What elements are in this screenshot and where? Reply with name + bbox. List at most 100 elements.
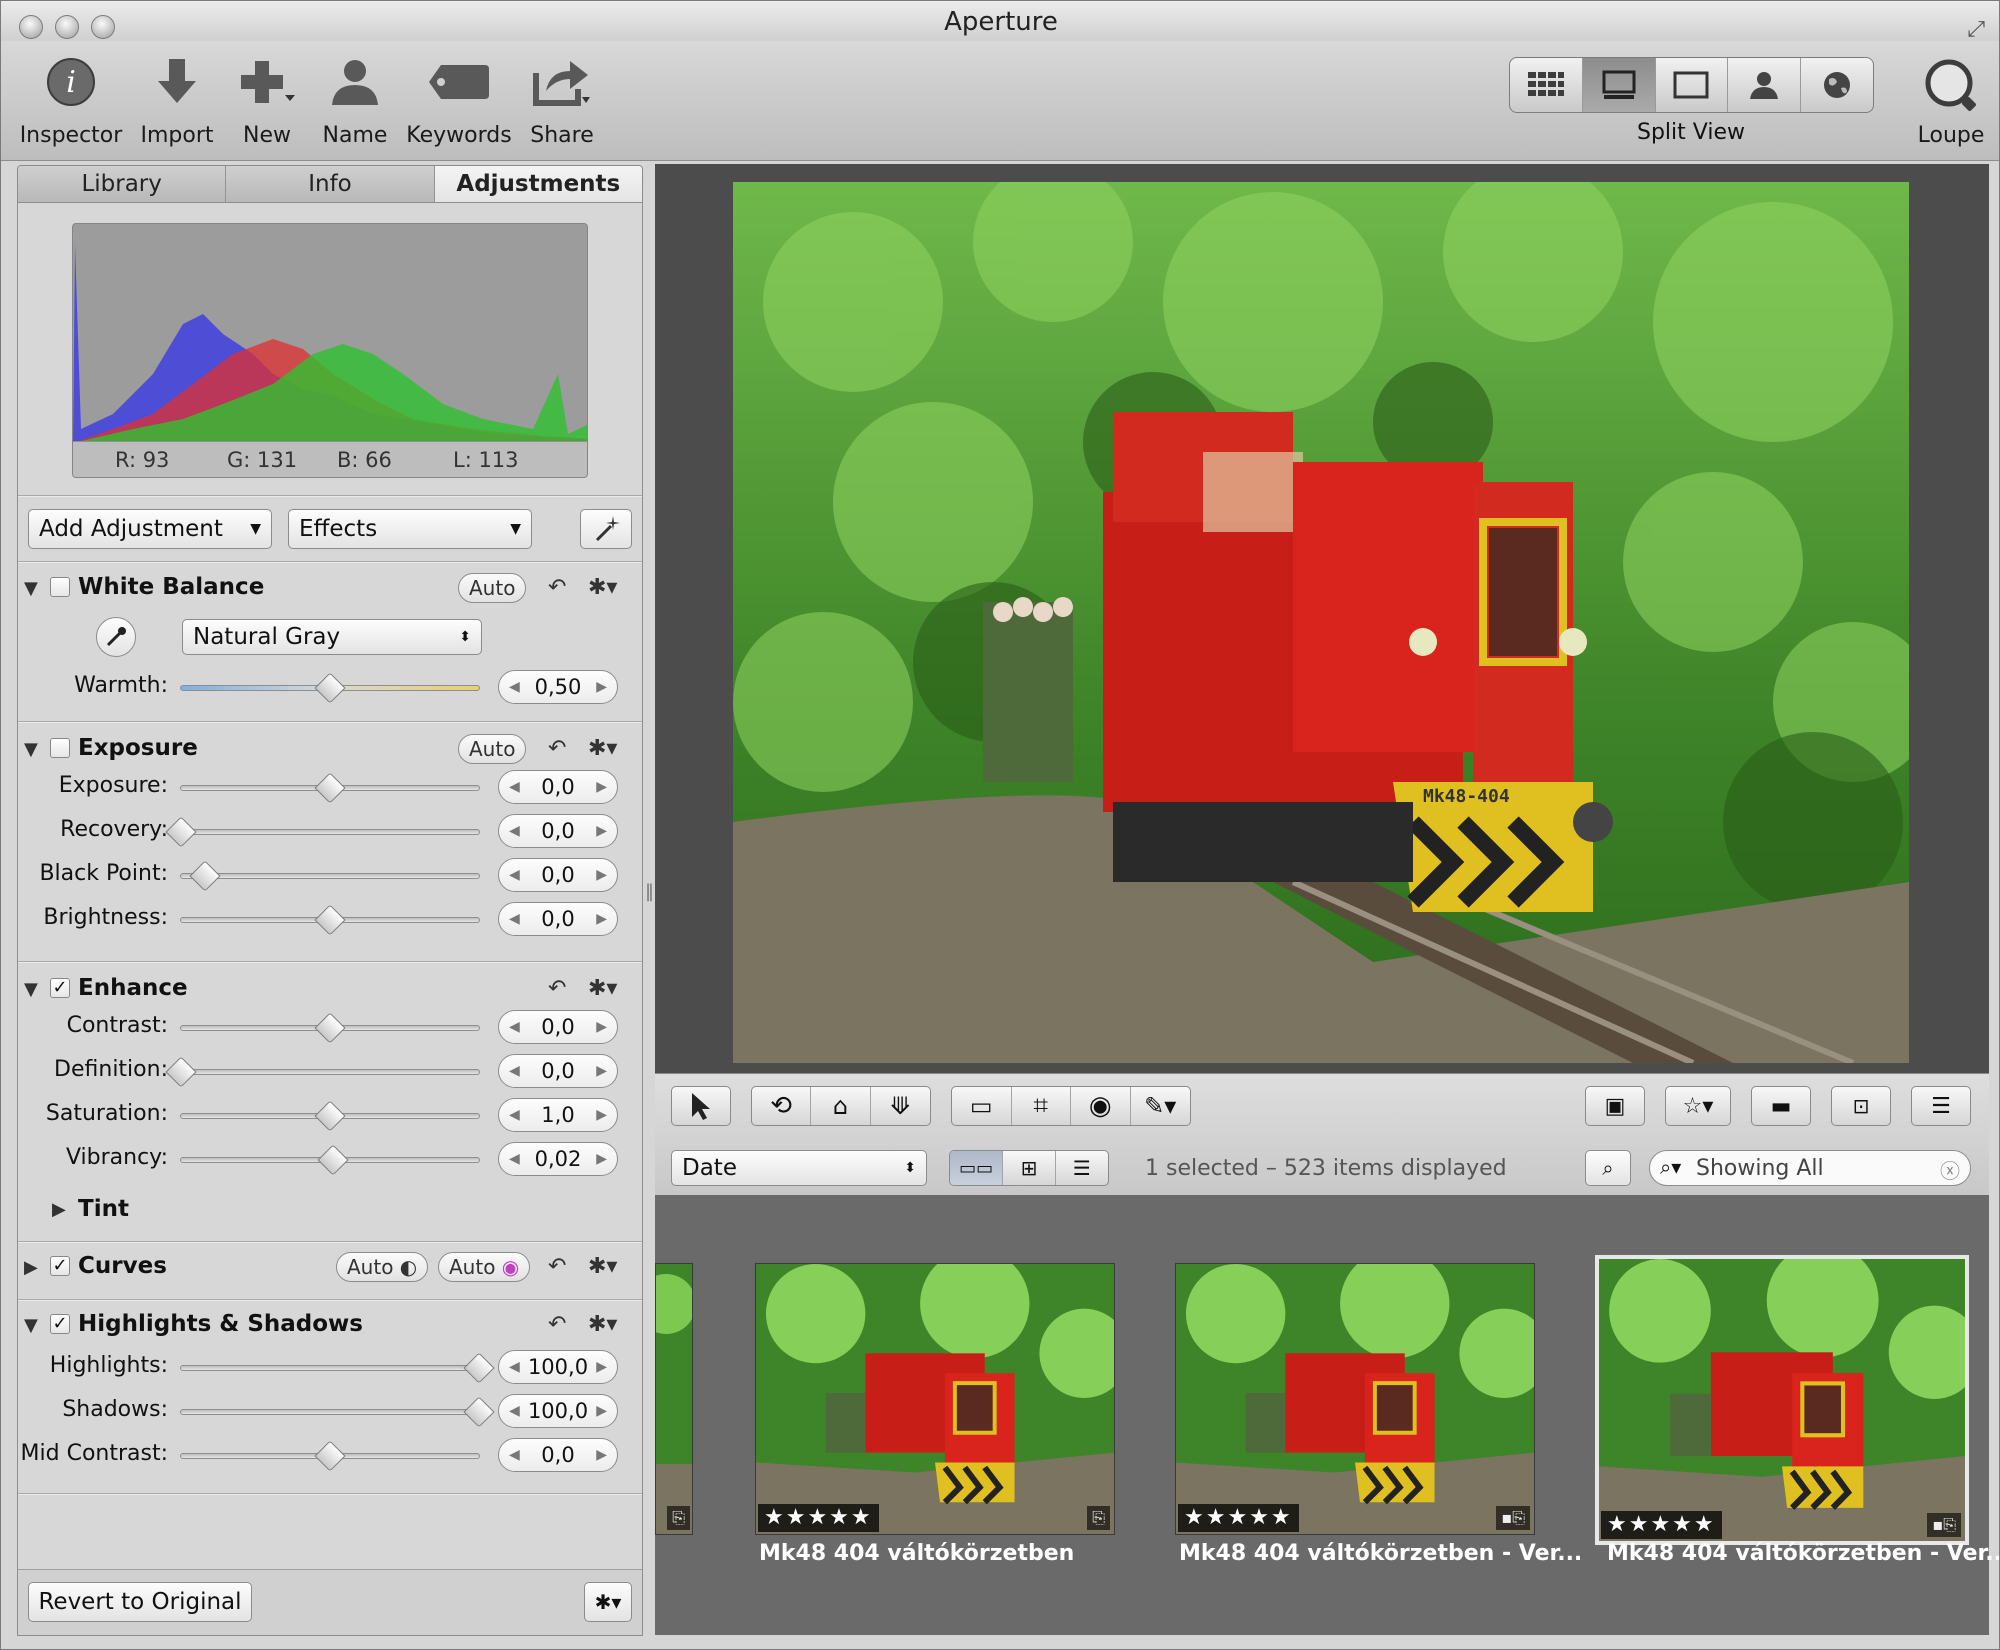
highlights_shadows-slider-track[interactable] (180, 1409, 480, 1415)
enhance-value-field[interactable]: ◀ 0,0 ▶ (498, 1010, 618, 1044)
share-button[interactable]: Share (525, 57, 599, 148)
warmth-field[interactable]: ◀ 0,50 ▶ (498, 670, 618, 704)
exposure-slider-thumb[interactable] (165, 816, 197, 848)
exposure-slider-track[interactable] (180, 829, 480, 835)
metadata-overlay-button[interactable]: ▬ (1752, 1087, 1810, 1125)
thumbnail-partial[interactable]: ⎘ (655, 1263, 693, 1535)
effects-popup[interactable]: Effects ▼ (288, 509, 532, 549)
highlights_shadows-value-field[interactable]: ◀ 100,0 ▶ (498, 1350, 618, 1384)
gear-icon[interactable]: ✱▾ (588, 736, 617, 761)
inspector-button[interactable]: i Inspector (15, 57, 127, 148)
white-balance-checkbox[interactable] (50, 577, 70, 597)
gear-icon[interactable]: ✱▾ (588, 1254, 617, 1279)
highlights_shadows-slider-thumb[interactable] (463, 1352, 495, 1384)
enhance-slider-track[interactable] (180, 1069, 480, 1075)
single-view-button[interactable]: ⊡ (1832, 1087, 1890, 1125)
gear-icon[interactable]: ✱▾ (588, 575, 617, 600)
curves-auto-rgb-button[interactable]: Auto ◉ (438, 1252, 531, 1282)
tint-title[interactable]: Tint (78, 1196, 129, 1222)
split-view-button[interactable] (1582, 58, 1656, 112)
highlights_shadows-slider-thumb[interactable] (314, 1440, 346, 1472)
list-layout-button[interactable]: ☰ (1056, 1151, 1108, 1185)
disclosure-expanded-icon[interactable]: ▼ (24, 979, 38, 1000)
filmstrip-layout-button[interactable]: ▭▭ (950, 1151, 1004, 1185)
grid-layout-button[interactable]: ⊞ (1003, 1151, 1056, 1185)
stack-promote-button[interactable]: ⌂ (811, 1087, 871, 1125)
highlights_shadows-value-field[interactable]: ◀ 0,0 ▶ (498, 1438, 618, 1472)
places-button[interactable] (1801, 58, 1873, 112)
exposure-slider-thumb[interactable] (314, 904, 346, 936)
rotate-button[interactable]: ⟲ (752, 1087, 812, 1125)
import-button[interactable]: Import (133, 57, 221, 148)
tab-library[interactable]: Library (18, 166, 227, 202)
exposure-value-field[interactable]: ◀ 0,0 ▶ (498, 770, 618, 804)
select-tool-button[interactable] (672, 1087, 730, 1125)
curves-auto-luminance-button[interactable]: Auto ◐ (336, 1252, 429, 1282)
tab-adjustments[interactable]: Adjustments (434, 166, 642, 202)
tab-info[interactable]: Info (226, 166, 435, 202)
filter-button[interactable]: ⌕ (1585, 1150, 1631, 1186)
thumbnail[interactable]: ★★★★★ ▪⎘ (1175, 1263, 1535, 1535)
rating-tool-button[interactable]: ☆▾ (1666, 1087, 1730, 1125)
enhance-slider-thumb[interactable] (317, 1144, 349, 1176)
thumbnail[interactable]: ★★★★★ ⎘ (755, 1263, 1115, 1535)
exposure-auto-button[interactable]: Auto (458, 734, 527, 764)
disclosure-expanded-icon[interactable]: ▼ (24, 578, 38, 599)
enhance-value-field[interactable]: ◀ 1,0 ▶ (498, 1098, 618, 1132)
disclosure-expanded-icon[interactable]: ▼ (24, 739, 38, 760)
revert-to-original-button[interactable]: Revert to Original (28, 1582, 252, 1622)
crop-button[interactable]: ⌗ (1012, 1087, 1071, 1125)
enhance-slider-thumb[interactable] (165, 1056, 197, 1088)
reset-icon[interactable]: ↶ (548, 1312, 566, 1337)
thumbnail[interactable]: ★★★★★ ▪⎘ (1595, 1255, 1969, 1545)
white-balance-auto-button[interactable]: Auto (458, 573, 527, 603)
exposure-slider-thumb[interactable] (189, 860, 221, 892)
main-photo[interactable]: Mk48-404 (733, 182, 1909, 1063)
sort-popup[interactable]: Date ⬍ (671, 1150, 927, 1186)
gear-icon[interactable]: ✱▾ (584, 1582, 632, 1622)
reset-icon[interactable]: ↶ (548, 575, 566, 600)
stack-demote-button[interactable]: ⟱ (871, 1087, 930, 1125)
highlights_shadows-slider-track[interactable] (180, 1365, 480, 1371)
view-mode-segmented[interactable] (1509, 57, 1874, 113)
wb-mode-popup[interactable]: Natural Gray ⬍ (182, 619, 482, 655)
reset-icon[interactable]: ↶ (548, 736, 566, 761)
exposure-value-field[interactable]: ◀ 0,0 ▶ (498, 814, 618, 848)
viewer-toggle-button[interactable]: ▣ (1586, 1087, 1644, 1125)
disclosure-collapsed-icon[interactable]: ▶ (52, 1199, 66, 1220)
highlights_shadows-value-field[interactable]: ◀ 100,0 ▶ (498, 1394, 618, 1428)
auto-enhance-button[interactable] (580, 509, 632, 549)
brush-button[interactable]: ✎▾ (1131, 1087, 1191, 1125)
keywords-button[interactable]: Keywords (405, 57, 513, 148)
gear-icon[interactable]: ✱▾ (588, 1312, 617, 1337)
exposure-slider-thumb[interactable] (314, 772, 346, 804)
exposure-checkbox[interactable] (50, 738, 70, 758)
exposure-value-field[interactable]: ◀ 0,0 ▶ (498, 858, 618, 892)
enhance-checkbox[interactable]: ✓ (50, 978, 70, 998)
highlights_shadows-slider-thumb[interactable] (463, 1396, 495, 1428)
enhance-value-field[interactable]: ◀ 0,02 ▶ (498, 1142, 618, 1176)
add-adjustment-popup[interactable]: Add Adjustment ▼ (28, 509, 272, 549)
enhance-slider-thumb[interactable] (314, 1100, 346, 1132)
minimize-window-button[interactable] (55, 15, 79, 39)
highlights-shadows-checkbox[interactable]: ✓ (50, 1314, 70, 1334)
zoom-window-button[interactable] (91, 15, 115, 39)
loupe-button[interactable]: Loupe (1911, 57, 1991, 148)
name-button[interactable]: Name (317, 57, 393, 148)
close-window-button[interactable] (19, 15, 43, 39)
search-field[interactable]: ⌕▾ Showing All ⓧ (1649, 1150, 1971, 1186)
viewer-button[interactable] (1656, 58, 1729, 112)
exposure-slider-track[interactable] (180, 873, 480, 879)
gear-icon[interactable]: ✱▾ (588, 976, 617, 1001)
clear-search-icon[interactable]: ⓧ (1940, 1155, 1960, 1184)
disclosure-expanded-icon[interactable]: ▼ (24, 1315, 38, 1336)
enhance-value-field[interactable]: ◀ 0,0 ▶ (498, 1054, 618, 1088)
red-eye-button[interactable]: ◉ (1071, 1087, 1131, 1125)
panel-splitter[interactable]: ‖ (645, 881, 654, 911)
reset-icon[interactable]: ↶ (548, 976, 566, 1001)
curves-checkbox[interactable]: ✓ (50, 1256, 70, 1276)
warmth-slider-thumb[interactable] (314, 672, 346, 704)
enhance-slider-thumb[interactable] (314, 1012, 346, 1044)
faces-button[interactable] (1728, 58, 1802, 112)
eyedropper-button[interactable] (96, 617, 136, 657)
